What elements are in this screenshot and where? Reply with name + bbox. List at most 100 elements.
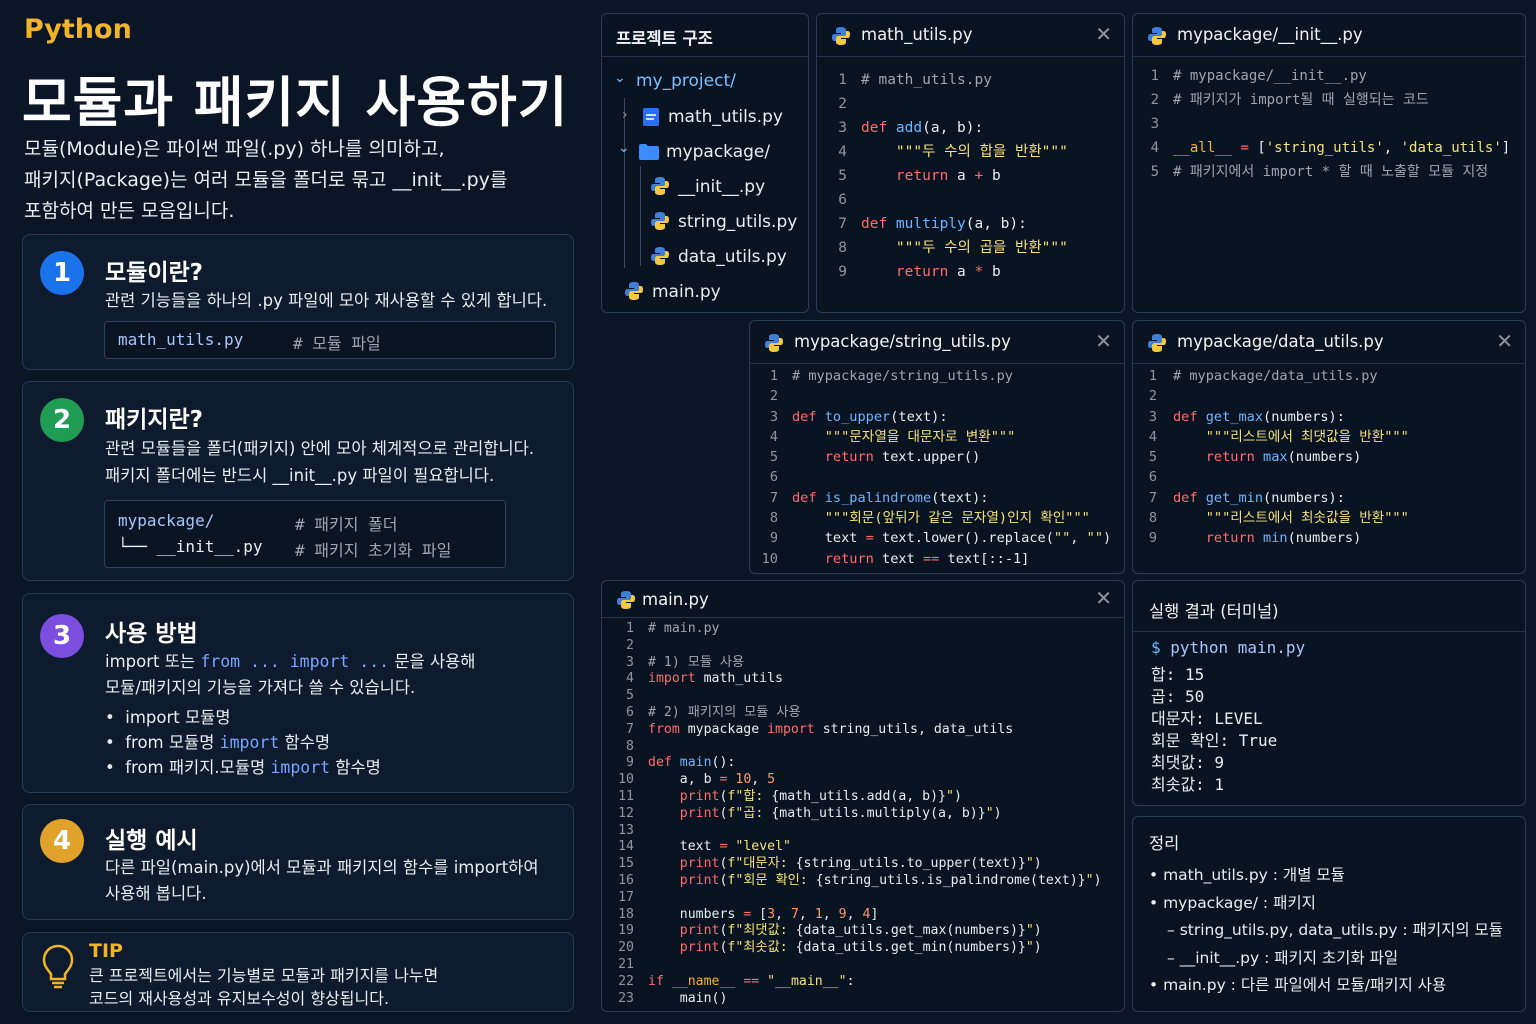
code-token: main [679,755,712,771]
line-number: 5 [838,168,847,184]
code-comment: # 모듈 파일 [293,334,381,353]
code-token: return [895,264,958,280]
editor-tab-title[interactable]: mypackage/data_utils.py [1177,332,1384,351]
code-token: a [957,168,975,184]
editor-tab-title[interactable]: mypackage/__init__.py [1177,25,1363,44]
tree-item-main[interactable]: main.py [652,282,721,302]
code-token: return [895,168,958,184]
bullet-text: from 모듈명 [125,733,220,752]
code-line: 4 import math_utils [602,671,1102,688]
code-line: 2 [750,386,1111,406]
terminal-output: $ python main.py 합: 15 곱: 50 대문자: LEVEL … [1151,637,1305,796]
close-icon[interactable]: ✕ [1095,586,1112,610]
editor-tab-title[interactable]: main.py [642,590,709,609]
tree-item-data-utils[interactable]: data_utils.py [678,247,787,267]
line-number: 9 [626,755,634,771]
code-token: b [983,168,1001,184]
line-number: 3 [1148,408,1157,425]
close-icon[interactable]: ✕ [1095,22,1112,46]
code-token: text [648,839,720,855]
code-token: " [1025,856,1034,872]
text-part: 문을 사용해 [389,652,476,671]
summary-title: 정리 [1149,834,1180,853]
code-token: """리스트에서 최댓값을 반환""" [1205,428,1409,445]
editor-math-utils: math_utils.py ✕ 1 # math_utils.py 2 3 def ad… [816,13,1125,313]
tree-item-mypackage[interactable]: mypackage/ [666,142,770,162]
close-icon[interactable]: ✕ [1095,329,1112,353]
code-token: # mypackage/data_utils.py [1173,368,1378,384]
code-token: (text): [890,408,948,425]
tree-title: 프로젝트 구조 [616,29,713,48]
card-module: 1 모듈이란? 관련 기능들을 하나의 .py 파일에 모아 재사용할 수 있게… [22,234,574,370]
line-number: 8 [838,240,847,256]
code-line: 7 def get_min(numbers): [1133,488,1409,508]
python-icon [651,212,669,230]
code-block: 1 # mypackage/__init__.py 2 # 패키지가 import될 … [1133,64,1511,184]
summary-list: • math_utils.py : 개별 모듈 • mypackage/ : 패… [1149,862,1503,1000]
code-token: {string_utils.is_palindrome(text)} [815,872,1086,888]
code-line: 1 # mypackage/data_utils.py [1133,366,1409,386]
code-token: ) [993,805,1002,821]
card-title: 모듈이란? [105,260,203,286]
line-number: 7 [626,721,634,737]
tree-root-folder[interactable]: my_project/ [636,71,736,91]
code-token: , [1383,140,1401,156]
editor-tab-title[interactable]: mypackage/string_utils.py [794,332,1011,351]
terminal-prompt: $ [1151,638,1161,657]
line-number: 1 [626,621,634,636]
intro-text: 모듈(Module)은 파이썬 파일(.py) 하나를 의미하고, 패키지(Pa… [24,134,584,227]
tree-item-math-utils[interactable]: math_utils.py [668,107,783,127]
code-token: "level" [735,839,791,855]
page-title: 모듈과 패키지 사용하기 [22,71,569,134]
summary-text: main.py : 다른 파일에서 모듈/패키지 사용 [1163,976,1447,994]
code-token: 9 [838,906,847,922]
code-token: (text): [931,489,989,506]
editor-tab-title[interactable]: math_utils.py [861,25,973,44]
code-token: """회문(앞뒤가 같은 문자열)인지 확인""" [824,510,1090,527]
line-number: 4 [838,144,847,160]
code-token: (a, b): [965,216,1027,232]
tree-item-init[interactable]: __init__.py [678,177,765,197]
code-line: 7 from mypackage import string_utils, dat… [602,722,1102,739]
line-number: 1 [769,368,778,384]
code-token: b [983,264,1001,280]
project-tree-panel: 프로젝트 구조 ⌄ my_project/ › math_utils.py ⌄ … [601,13,809,313]
python-icon [832,27,850,45]
code-block: 1 # main.py 2 3 # 1) 모듈 사용 4 import math_utils… [602,621,1102,1007]
code-token: text [792,530,866,547]
code-snippet: math_utils.py # 모듈 파일 [104,321,556,359]
code-token: math_utils [703,671,783,687]
code-token: f"회문 확인: [727,872,816,888]
text-part: import 또는 [105,652,201,671]
tree-item-string-utils[interactable]: string_utils.py [678,212,797,232]
chevron-down-icon[interactable]: ⌄ [614,70,626,86]
code-token: 'string_utils' [1265,140,1384,156]
card-text: 사용해 봅니다. [105,884,207,903]
keyword: import [219,733,280,752]
step-number: 1 [40,251,84,295]
code-line: 14 text = "level" [602,839,1102,856]
card-text: 관련 모듈들을 폴더(패키지) 안에 모아 체계적으로 관리합니다. [105,439,535,458]
tip-title: TIP [89,940,123,962]
line-number: 3 [1150,116,1159,132]
code-token: f"최댓값: [727,923,796,939]
code-token: {math_utils.add(a, b)} [771,788,946,804]
code-token: 10 [735,772,752,788]
code-line: 4 """두 수의 합을 반환""" [817,140,1068,164]
code-token: ) [953,788,962,804]
line-number: 16 [618,872,634,888]
line-number: 6 [626,704,634,720]
terminal-title: 실행 결과 (터미널) [1149,602,1279,621]
code-line: 4 """문자열을 대문자로 변환""" [750,427,1111,447]
chevron-down-icon[interactable]: ⌄ [618,140,630,156]
code-line: 6 [1133,467,1409,487]
summary-text: math_utils.py : 개별 모듈 [1163,866,1345,884]
code-token: f"대문자: [727,856,796,872]
code-token: text.lower().replace( [873,530,1054,547]
code-line: 2 [602,638,1102,655]
close-icon[interactable]: ✕ [1496,329,1513,353]
